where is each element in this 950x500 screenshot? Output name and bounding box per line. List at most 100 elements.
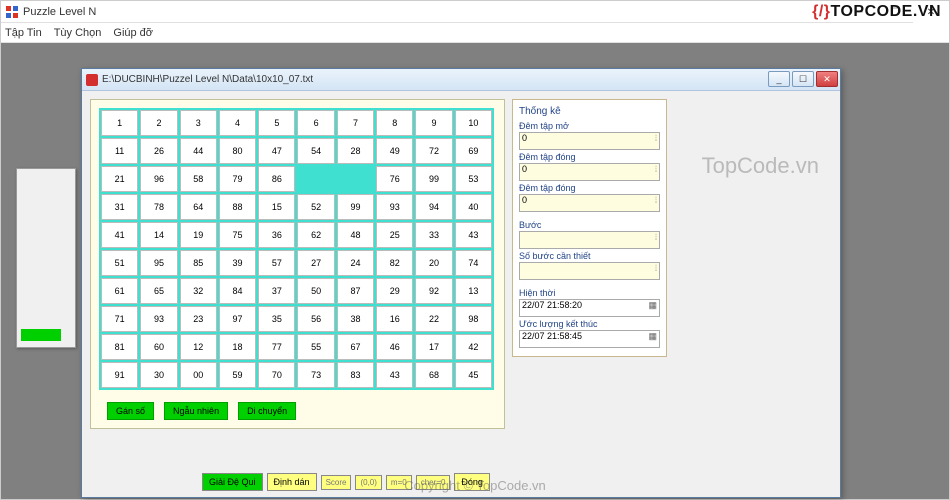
puzzle-cell[interactable]: 80 (219, 138, 256, 164)
puzzle-cell[interactable]: 9 (415, 110, 452, 136)
puzzle-cell[interactable]: 41 (101, 222, 138, 248)
puzzle-cell[interactable]: 15 (258, 194, 295, 220)
puzzle-cell[interactable]: 43 (376, 362, 413, 388)
puzzle-cell[interactable]: 11 (101, 138, 138, 164)
puzzle-cell[interactable]: 85 (180, 250, 217, 276)
coord-button[interactable]: (0,0) (355, 475, 381, 490)
puzzle-cell[interactable]: 65 (140, 278, 177, 304)
puzzle-cell[interactable]: 94 (415, 194, 452, 220)
puzzle-cell[interactable]: 38 (337, 306, 374, 332)
solve-recursive-button[interactable]: Giải Đệ Qui (202, 473, 263, 491)
assign-button[interactable]: Gán số (107, 402, 154, 420)
close-action-button[interactable]: Đóng (454, 473, 490, 491)
puzzle-cell[interactable]: 56 (297, 306, 334, 332)
puzzle-cell[interactable]: 82 (376, 250, 413, 276)
input-close2[interactable]: 0 (519, 194, 660, 212)
puzzle-cell[interactable]: 46 (376, 334, 413, 360)
child-close-button[interactable]: ✕ (816, 71, 838, 87)
puzzle-cell[interactable]: 99 (415, 166, 452, 192)
paste-button[interactable]: Định dán (267, 473, 317, 491)
menu-file[interactable]: Tập Tin (5, 27, 42, 39)
puzzle-cell[interactable]: 67 (337, 334, 374, 360)
puzzle-cell[interactable]: 96 (140, 166, 177, 192)
input-close1[interactable]: 0 (519, 163, 660, 181)
puzzle-cell[interactable]: 75 (219, 222, 256, 248)
puzzle-cell[interactable]: 42 (455, 334, 492, 360)
puzzle-cell[interactable]: 49 (376, 138, 413, 164)
puzzle-cell[interactable]: 60 (140, 334, 177, 360)
puzzle-cell[interactable]: 79 (219, 166, 256, 192)
puzzle-cell[interactable]: 78 (140, 194, 177, 220)
puzzle-cell[interactable]: 17 (415, 334, 452, 360)
puzzle-cell[interactable]: 71 (101, 306, 138, 332)
puzzle-cell[interactable]: 2 (140, 110, 177, 136)
puzzle-cell[interactable]: 92 (415, 278, 452, 304)
puzzle-cell[interactable]: 32 (180, 278, 217, 304)
puzzle-cell[interactable]: 59 (219, 362, 256, 388)
puzzle-cell[interactable]: 57 (258, 250, 295, 276)
puzzle-cell[interactable]: 52 (297, 194, 334, 220)
puzzle-cell[interactable]: 18 (219, 334, 256, 360)
puzzle-titlebar[interactable]: E:\DUCBINH\Puzzel Level N\Data\10x10_07.… (82, 69, 840, 91)
puzzle-cell[interactable]: 22 (415, 306, 452, 332)
puzzle-cell[interactable]: 50 (297, 278, 334, 304)
move-button[interactable]: Di chuyển (238, 402, 296, 420)
puzzle-cell[interactable]: 29 (376, 278, 413, 304)
puzzle-cell[interactable]: 76 (376, 166, 413, 192)
puzzle-cell[interactable]: 72 (415, 138, 452, 164)
puzzle-cell[interactable]: 00 (180, 362, 217, 388)
input-current-time[interactable]: 22/07 21:58:20 (519, 299, 660, 317)
puzzle-cell[interactable]: 27 (297, 250, 334, 276)
puzzle-cell[interactable]: 28 (337, 138, 374, 164)
puzzle-cell[interactable]: 36 (258, 222, 295, 248)
puzzle-cell[interactable]: 14 (140, 222, 177, 248)
puzzle-cell[interactable]: 98 (455, 306, 492, 332)
input-needed[interactable] (519, 262, 660, 280)
random-button[interactable]: Ngẫu nhiên (164, 402, 228, 420)
puzzle-cell[interactable]: 87 (337, 278, 374, 304)
puzzle-cell[interactable]: 3 (180, 110, 217, 136)
puzzle-cell[interactable]: 54 (297, 138, 334, 164)
puzzle-cell[interactable]: 77 (258, 334, 295, 360)
puzzle-cell[interactable]: 62 (297, 222, 334, 248)
child-maximize-button[interactable]: ☐ (792, 71, 814, 87)
puzzle-cell[interactable]: 73 (297, 362, 334, 388)
input-step[interactable] (519, 231, 660, 249)
puzzle-cell[interactable]: 47 (258, 138, 295, 164)
puzzle-cell[interactable]: 70 (258, 362, 295, 388)
puzzle-cell[interactable]: 51 (101, 250, 138, 276)
puzzle-cell[interactable]: 23 (180, 306, 217, 332)
puzzle-cell[interactable]: 40 (455, 194, 492, 220)
puzzle-cell[interactable]: 21 (101, 166, 138, 192)
puzzle-cell[interactable]: 68 (415, 362, 452, 388)
puzzle-cell[interactable]: 31 (101, 194, 138, 220)
puzzle-cell[interactable]: 20 (415, 250, 452, 276)
puzzle-cell[interactable]: 35 (258, 306, 295, 332)
puzzle-cell[interactable]: 95 (140, 250, 177, 276)
puzzle-cell[interactable] (297, 166, 334, 192)
puzzle-cell[interactable]: 39 (219, 250, 256, 276)
puzzle-cell[interactable]: 88 (219, 194, 256, 220)
menu-options[interactable]: Tùy Chọn (54, 27, 102, 39)
puzzle-cell[interactable]: 26 (140, 138, 177, 164)
puzzle-cell[interactable]: 45 (455, 362, 492, 388)
puzzle-cell[interactable]: 37 (258, 278, 295, 304)
puzzle-cell[interactable]: 19 (180, 222, 217, 248)
score-button[interactable]: Score (321, 475, 352, 490)
puzzle-cell[interactable]: 97 (219, 306, 256, 332)
puzzle-cell[interactable]: 7 (337, 110, 374, 136)
puzzle-cell[interactable]: 24 (337, 250, 374, 276)
background-window[interactable] (16, 168, 76, 348)
puzzle-cell[interactable]: 1 (101, 110, 138, 136)
puzzle-cell[interactable]: 93 (140, 306, 177, 332)
puzzle-cell[interactable]: 8 (376, 110, 413, 136)
puzzle-cell[interactable]: 84 (219, 278, 256, 304)
puzzle-cell[interactable] (337, 166, 374, 192)
cher-button[interactable]: cher=0 (416, 475, 451, 490)
puzzle-cell[interactable]: 53 (455, 166, 492, 192)
puzzle-cell[interactable]: 12 (180, 334, 217, 360)
puzzle-cell[interactable]: 16 (376, 306, 413, 332)
child-minimize-button[interactable]: _ (768, 71, 790, 87)
puzzle-cell[interactable]: 58 (180, 166, 217, 192)
puzzle-cell[interactable]: 81 (101, 334, 138, 360)
